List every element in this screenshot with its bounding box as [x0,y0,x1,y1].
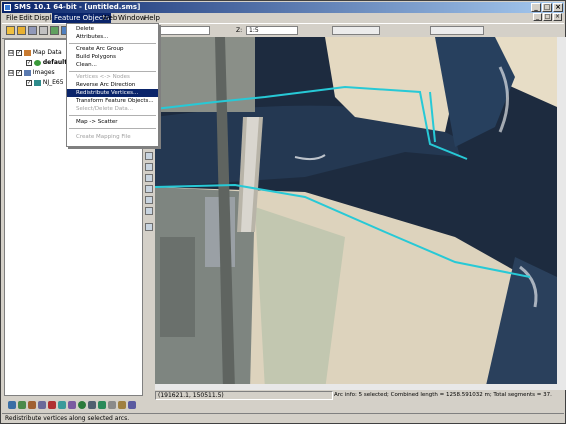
coverage-icon [33,59,41,66]
value-field-1[interactable] [332,26,380,35]
map-module-icon[interactable] [38,401,46,409]
transform-icon[interactable] [88,401,96,409]
tree-item-label: default [42,59,68,66]
zoom-tool-icon[interactable] [145,174,153,182]
image-icon [33,79,41,86]
collapse-icon[interactable]: ⊟ [8,49,14,56]
tree-item-image[interactable]: ✓ NJ_E65 [26,78,64,87]
aerial-image [155,37,557,390]
checkbox-icon[interactable]: ✓ [26,79,32,86]
map-data-icon [23,49,31,56]
x-coordinate-field[interactable] [160,26,210,35]
select-arc-tool-icon[interactable] [145,185,153,193]
menu-bar: File Edit Display Feature Objects Web Wi… [2,13,564,23]
menu-item-reverse-arc-direction[interactable]: Reverse Arc Direction [67,81,158,89]
module-toolbar [4,399,143,413]
z-label: Z: [236,27,243,34]
tool-icon-2[interactable] [98,401,106,409]
print-icon[interactable] [39,26,48,35]
tree-item-map-data[interactable]: ⊟ ✓ Map Data [8,48,62,57]
tree-item-label: NJ_E65 [42,79,64,86]
status-bar: Redistribute vertices along selected arc… [2,413,564,423]
menu-item-create-mapping-file: Create Mapping File [76,134,131,140]
scatter-module-icon[interactable] [28,401,36,409]
vertical-scrollbar[interactable] [557,37,566,390]
menu-separator [69,115,156,116]
globe-icon[interactable] [78,401,86,409]
tree-item-default-coverage[interactable]: ✓ default [26,58,67,67]
menu-item-select-delete-data: Select/Delete Data... [76,106,134,112]
menu-item-build-polygons[interactable]: Build Polygons [67,53,158,61]
images-folder-icon [23,69,31,76]
menu-item-create-arc-group[interactable]: Create Arc Group [67,45,158,53]
checkbox-icon[interactable]: ✓ [15,69,22,76]
collapse-icon[interactable]: ⊟ [8,69,14,76]
map-view[interactable] [155,37,557,390]
cursor-coordinates: (191621.1, 150511.5) [155,391,333,400]
measure-tool-icon[interactable] [145,223,153,231]
title-bar: SMS 10.1 64-bit - [untitled.sms] _ □ × [2,2,564,13]
maximize-button[interactable]: □ [542,3,552,12]
menu-item-clean[interactable]: Clean... [67,61,158,69]
doc-close-button[interactable]: × [553,13,562,21]
open-icon[interactable] [17,26,26,35]
checkbox-icon[interactable]: ✓ [26,59,32,66]
gis-module-icon[interactable] [58,401,66,409]
horizontal-scrollbar[interactable] [155,384,557,390]
app-icon [4,4,11,11]
menu-item-delete[interactable]: Delete [67,25,158,33]
mesh-module-icon[interactable] [8,401,16,409]
select-tool-icon[interactable] [145,152,153,160]
delete-icon[interactable] [50,26,59,35]
new-icon[interactable] [6,26,15,35]
menu-separator [69,128,156,129]
minimize-button[interactable]: _ [531,3,541,12]
tree-item-images[interactable]: ⊟ ✓ Images [8,68,55,77]
app-window: SMS 10.1 64-bit - [untitled.sms] _ □ × F… [0,0,566,424]
particle-module-icon[interactable] [48,401,56,409]
menu-item-redistribute-vertices[interactable]: Redistribute Vertices... [67,89,158,97]
value-field-2[interactable] [430,26,484,35]
menu-item-attributes[interactable]: Attributes... [67,33,158,41]
tree-item-label: Images [32,69,55,76]
scale-field[interactable]: 1:5 [246,26,298,35]
menu-separator [69,71,156,72]
pan-tool-icon[interactable] [145,163,153,171]
select-vertex-tool-icon[interactable] [145,207,153,215]
menu-help[interactable]: Help [142,13,162,23]
selection-info: Arc info: 5 selected; Combined length = … [334,392,552,398]
save-icon[interactable] [28,26,37,35]
menu-item-vertices-nodes: Vertices <-> Nodes [76,74,130,80]
window-title: SMS 10.1 64-bit - [untitled.sms] [14,3,141,11]
grid-module-icon[interactable] [18,401,26,409]
checkbox-icon[interactable]: ✓ [15,49,22,56]
tree-item-label: Map Data [32,49,62,56]
quadtree-module-icon[interactable] [68,401,76,409]
create-arc-tool-icon[interactable] [145,196,153,204]
doc-restore-button[interactable]: □ [543,13,552,21]
tool-icon-4[interactable] [118,401,126,409]
feature-objects-menu: Delete Attributes... Create Arc Group Bu… [66,23,159,147]
menu-item-transform-feature-objects[interactable]: Transform Feature Objects... [67,97,158,105]
tool-icon-5[interactable] [128,401,136,409]
close-button[interactable]: × [553,3,563,12]
menu-item-map-to-scatter[interactable]: Map -> Scatter [67,118,158,126]
tool-icon-3[interactable] [108,401,116,409]
doc-minimize-button[interactable]: _ [533,13,542,21]
menu-separator [69,43,156,44]
